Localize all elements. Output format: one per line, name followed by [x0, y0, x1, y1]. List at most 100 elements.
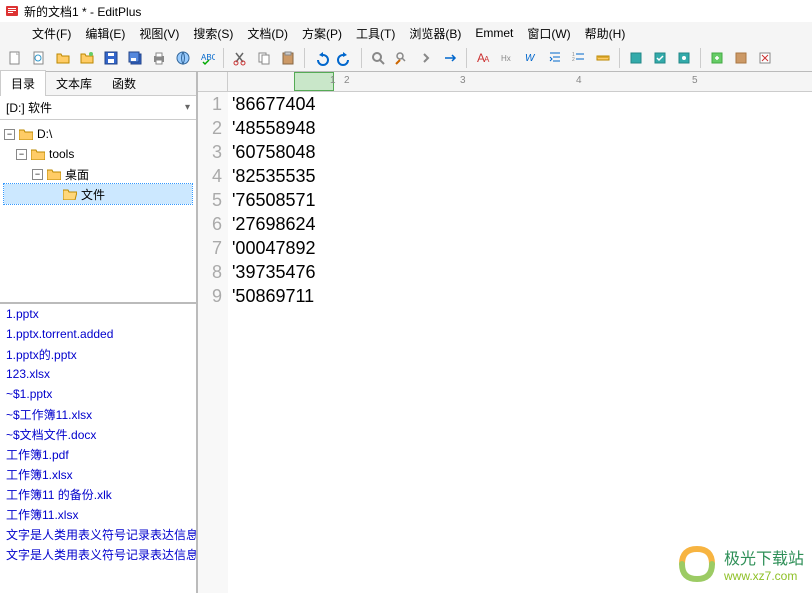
tool1-icon[interactable]	[706, 47, 728, 69]
cut-icon[interactable]	[229, 47, 251, 69]
bookmark2-icon[interactable]	[649, 47, 671, 69]
line-number: 3	[198, 140, 222, 164]
gutter: 1 2 3 4 5 6 7 8 9	[198, 92, 228, 593]
tab-directory[interactable]: 目录	[0, 70, 46, 97]
spellcheck-icon[interactable]: ABC	[196, 47, 218, 69]
bookmark-icon[interactable]	[625, 47, 647, 69]
replace-icon[interactable]	[391, 47, 413, 69]
leaf-icon	[48, 189, 59, 200]
collapse-icon[interactable]: −	[16, 149, 27, 160]
file-item[interactable]: 123.xlsx	[0, 364, 196, 384]
folder-tree: − D:\ − tools − 桌面 文件	[0, 120, 196, 304]
code-line: '86677404	[232, 92, 812, 116]
paste-icon[interactable]	[277, 47, 299, 69]
tool2-icon[interactable]	[730, 47, 752, 69]
save-icon[interactable]	[100, 47, 122, 69]
new-html-icon[interactable]	[28, 47, 50, 69]
indent-icon[interactable]	[544, 47, 566, 69]
file-item[interactable]: 工作簿11.xlsx	[0, 504, 196, 524]
watermark-url: www.xz7.com	[724, 569, 804, 583]
file-item[interactable]: 1.pptx的.pptx	[0, 344, 196, 364]
find-arrow-icon[interactable]	[415, 47, 437, 69]
file-item[interactable]: 工作簿1.xlsx	[0, 464, 196, 484]
linenum-icon[interactable]: 12	[568, 47, 590, 69]
tree-label: 文件	[81, 186, 105, 203]
line-number: 6	[198, 212, 222, 236]
code-line: '00047892	[232, 236, 812, 260]
file-item[interactable]: ~$1.pptx	[0, 384, 196, 404]
menu-emmet[interactable]: Emmet	[471, 24, 517, 42]
tree-node-root[interactable]: − D:\	[4, 124, 192, 144]
line-number: 5	[198, 188, 222, 212]
tree-node-files[interactable]: 文件	[4, 184, 192, 204]
new-file-icon[interactable]	[4, 47, 26, 69]
redo-icon[interactable]	[334, 47, 356, 69]
print-icon[interactable]	[148, 47, 170, 69]
tree-label: 桌面	[65, 166, 89, 183]
tree-label: D:\	[37, 127, 52, 141]
menu-file[interactable]: 文件(F)	[28, 23, 75, 44]
tab-cliptext[interactable]: 文本库	[46, 71, 102, 96]
goto-icon[interactable]	[439, 47, 461, 69]
window-title: 新的文档1 * - EditPlus	[24, 3, 141, 20]
logo-icon	[676, 543, 718, 585]
wordwrap-icon[interactable]: W	[520, 47, 542, 69]
menu-view[interactable]: 视图(V)	[135, 23, 183, 44]
svg-text:2: 2	[572, 57, 575, 63]
file-item[interactable]: ~$文档文件.docx	[0, 424, 196, 444]
copy-icon[interactable]	[253, 47, 275, 69]
code-line: '27698624	[232, 212, 812, 236]
folder-icon	[19, 128, 33, 140]
file-item[interactable]: 工作簿1.pdf	[0, 444, 196, 464]
file-list: 1.pptx 1.pptx.torrent.added 1.pptx的.pptx…	[0, 304, 196, 593]
hex-icon[interactable]: Hx	[496, 47, 518, 69]
code-line: '82535535	[232, 164, 812, 188]
tab-functions[interactable]: 函数	[102, 71, 146, 96]
menu-project[interactable]: 方案(P)	[298, 23, 346, 44]
open-remote-icon[interactable]	[76, 47, 98, 69]
editor-panel: 1 2 3 4 5 1 2 3 4 5 6 7 8 9 '86677404 '4…	[198, 72, 812, 593]
line-number: 4	[198, 164, 222, 188]
tree-label: tools	[49, 147, 74, 161]
tree-node-tools[interactable]: − tools	[4, 144, 192, 164]
line-number: 7	[198, 236, 222, 260]
menu-bar: 文件(F) 编辑(E) 视图(V) 搜索(S) 文档(D) 方案(P) 工具(T…	[0, 22, 812, 44]
folder-icon	[31, 148, 45, 160]
file-item[interactable]: ~$工作簿11.xlsx	[0, 404, 196, 424]
line-number: 8	[198, 260, 222, 284]
file-item[interactable]: 1.pptx	[0, 304, 196, 324]
tool3-icon[interactable]	[754, 47, 776, 69]
code-area[interactable]: '86677404 '48558948 '60758048 '82535535 …	[228, 92, 812, 593]
left-tabs: 目录 文本库 函数	[0, 72, 196, 96]
code-line: '76508571	[232, 188, 812, 212]
watermark: 极光下载站 www.xz7.com	[676, 543, 804, 585]
bookmark3-icon[interactable]	[673, 47, 695, 69]
editor[interactable]: 1 2 3 4 5 6 7 8 9 '86677404 '48558948 '6…	[198, 92, 812, 593]
browser-icon[interactable]	[172, 47, 194, 69]
title-bar: 新的文档1 * - EditPlus	[0, 0, 812, 22]
menu-browser[interactable]: 浏览器(B)	[405, 23, 465, 44]
menu-edit[interactable]: 编辑(E)	[81, 23, 129, 44]
font-icon[interactable]: AA	[472, 47, 494, 69]
file-item[interactable]: 文字是人类用表义符号记录表达信息	[0, 524, 196, 544]
ruler-icon[interactable]	[592, 47, 614, 69]
ruler-tick: 2	[344, 75, 460, 86]
tree-node-desktop[interactable]: − 桌面	[4, 164, 192, 184]
find-icon[interactable]	[367, 47, 389, 69]
menu-window[interactable]: 窗口(W)	[523, 23, 574, 44]
menu-tools[interactable]: 工具(T)	[352, 23, 399, 44]
file-item[interactable]: 工作簿11 的备份.xlk	[0, 484, 196, 504]
drive-dropdown[interactable]: [D:] 软件 ▾	[0, 96, 196, 120]
save-all-icon[interactable]	[124, 47, 146, 69]
menu-document[interactable]: 文档(D)	[243, 23, 292, 44]
collapse-icon[interactable]: −	[32, 169, 43, 180]
collapse-icon[interactable]: −	[4, 129, 15, 140]
left-panel: 目录 文本库 函数 [D:] 软件 ▾ − D:\ − tools − 桌面	[0, 72, 198, 593]
undo-icon[interactable]	[310, 47, 332, 69]
file-item[interactable]: 文字是人类用表义符号记录表达信息	[0, 544, 196, 564]
file-item[interactable]: 1.pptx.torrent.added	[0, 324, 196, 344]
menu-help[interactable]: 帮助(H)	[581, 23, 630, 44]
menu-search[interactable]: 搜索(S)	[189, 23, 237, 44]
svg-text:Hx: Hx	[501, 54, 511, 63]
open-icon[interactable]	[52, 47, 74, 69]
